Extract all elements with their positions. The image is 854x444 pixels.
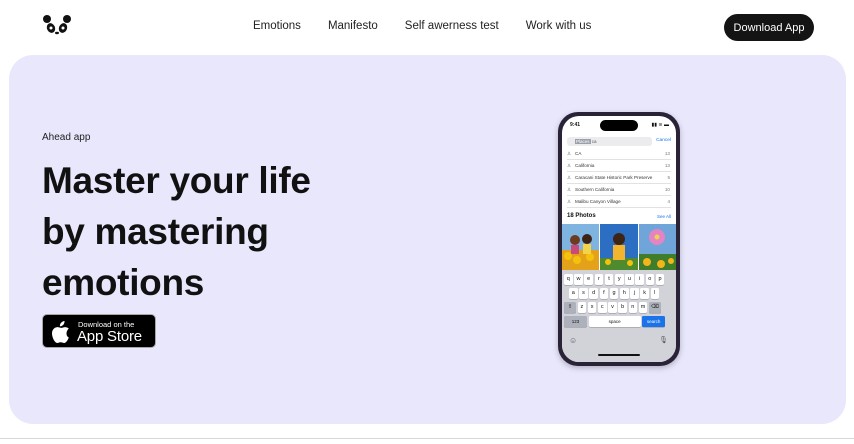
- key: p: [655, 274, 665, 285]
- person-pin-icon: ♙: [567, 199, 572, 204]
- result-count: 5: [667, 175, 670, 180]
- key: y: [614, 274, 624, 285]
- person-pin-icon: ♙: [567, 151, 572, 156]
- key: c: [597, 302, 607, 313]
- result-label: Caracani State Historic Park Preserve: [575, 175, 653, 180]
- dynamic-island: [600, 120, 638, 131]
- emoji-icon: ☺: [569, 336, 578, 345]
- panda-logo-icon[interactable]: [42, 14, 72, 36]
- top-nav: Emotions Manifesto Self awerness test Wo…: [0, 0, 854, 54]
- app-store-big-text: App Store: [77, 328, 142, 345]
- person-pin-icon: ♙: [567, 187, 572, 192]
- person-pin-icon: ♙: [567, 163, 572, 168]
- phone-cancel-link: Cancel: [656, 138, 671, 143]
- photo-portrait: [600, 224, 638, 270]
- key: q: [564, 274, 573, 285]
- photos-title: 18 Photos: [567, 213, 596, 219]
- download-app-button[interactable]: Download App: [724, 14, 814, 41]
- photo-flower: [639, 224, 676, 270]
- app-store-badge[interactable]: Download on the App Store: [42, 314, 156, 348]
- key: g: [609, 288, 619, 299]
- result-label: Southern California: [575, 187, 615, 192]
- phone-screen: 9:41 ▮▮ ≋ ▬ Places ca Cancel ♙ CA 13 ♙ Cal…: [562, 116, 676, 362]
- nav-link-self-awareness-test[interactable]: Self awerness test: [405, 20, 499, 32]
- key: j: [630, 288, 639, 299]
- headline-line-3: emotions: [42, 262, 205, 303]
- result-count: 10: [664, 187, 670, 192]
- key: m: [638, 302, 648, 313]
- search-key: search: [642, 316, 666, 327]
- phone-search-row: Places ca Cancel: [567, 137, 671, 146]
- home-indicator: [598, 354, 640, 356]
- nav-link-work-with-us[interactable]: Work with us: [526, 20, 592, 32]
- photo-grid: [562, 224, 676, 270]
- result-label: Malibu Canyon Village: [575, 199, 621, 204]
- key: s: [579, 288, 588, 299]
- key: k: [640, 288, 649, 299]
- hero-headline: Master your life by mastering emotions: [42, 155, 311, 308]
- status-time: 9:41: [570, 122, 581, 128]
- nav-link-emotions[interactable]: Emotions: [253, 20, 301, 32]
- phone-search-field: Places ca: [567, 137, 652, 146]
- search-token: Places: [575, 139, 591, 144]
- result-count: 4: [667, 199, 670, 204]
- numbers-key: 123: [564, 316, 587, 327]
- headline-line-1: Master your life: [42, 160, 311, 201]
- bottom-divider: [0, 438, 854, 439]
- keyboard-row-3: ⇧ z x c v b n m ⌫: [564, 302, 661, 313]
- result-count: 13: [664, 151, 670, 156]
- key: e: [584, 274, 593, 285]
- space-key: space: [588, 316, 641, 327]
- keyboard-row-4: 123 space search: [564, 316, 666, 327]
- nav-links: Emotions Manifesto Self awerness test Wo…: [253, 20, 618, 32]
- photo-friends: [562, 224, 599, 270]
- result-item: ♙ California 13: [567, 160, 671, 172]
- shift-icon: ⇧: [564, 302, 576, 313]
- key: i: [635, 274, 644, 285]
- hero-section: Ahead app Master your life by mastering …: [9, 55, 846, 424]
- key: h: [619, 288, 629, 299]
- key: f: [599, 288, 609, 299]
- see-all-link: See All: [656, 214, 671, 219]
- key: x: [587, 302, 597, 313]
- key: w: [574, 274, 583, 285]
- key: r: [594, 274, 604, 285]
- backspace-icon: ⌫: [648, 302, 661, 313]
- phone-keyboard: q w e r t y u i o p a s d f g h j k l ⇧ …: [562, 270, 676, 362]
- key: z: [577, 302, 587, 313]
- key: u: [625, 274, 634, 285]
- person-pin-icon: ♙: [567, 175, 572, 180]
- apple-icon: [52, 321, 69, 343]
- headline-line-2: by mastering: [42, 211, 269, 252]
- nav-link-manifesto[interactable]: Manifesto: [328, 20, 378, 32]
- phone-mockup: 9:41 ▮▮ ≋ ▬ Places ca Cancel ♙ CA 13 ♙ Cal…: [558, 112, 680, 366]
- microphone-icon: 🎙: [659, 337, 668, 344]
- keyboard-row-2: a s d f g h j k l: [569, 288, 660, 299]
- result-item: ♙ Malibu Canyon Village 4: [567, 196, 671, 208]
- key: b: [618, 302, 627, 313]
- key: d: [589, 288, 598, 299]
- result-label: California: [575, 163, 595, 168]
- result-item: ♙ CA 13: [567, 148, 671, 160]
- search-query: ca: [591, 139, 597, 144]
- result-label: CA: [575, 151, 582, 156]
- keyboard-row-1: q w e r t y u i o p: [564, 274, 665, 285]
- key: a: [569, 288, 578, 299]
- key: n: [628, 302, 638, 313]
- key: o: [645, 274, 655, 285]
- key: l: [650, 288, 660, 299]
- key: v: [608, 302, 617, 313]
- status-icons: ▮▮ ≋ ▬: [651, 122, 669, 128]
- result-count: 13: [664, 163, 670, 168]
- hero-eyebrow: Ahead app: [42, 132, 91, 143]
- result-item: ♙ Caracani State Historic Park Preserve 5: [567, 172, 671, 184]
- result-item: ♙ Southern California 10: [567, 184, 671, 196]
- key: t: [604, 274, 614, 285]
